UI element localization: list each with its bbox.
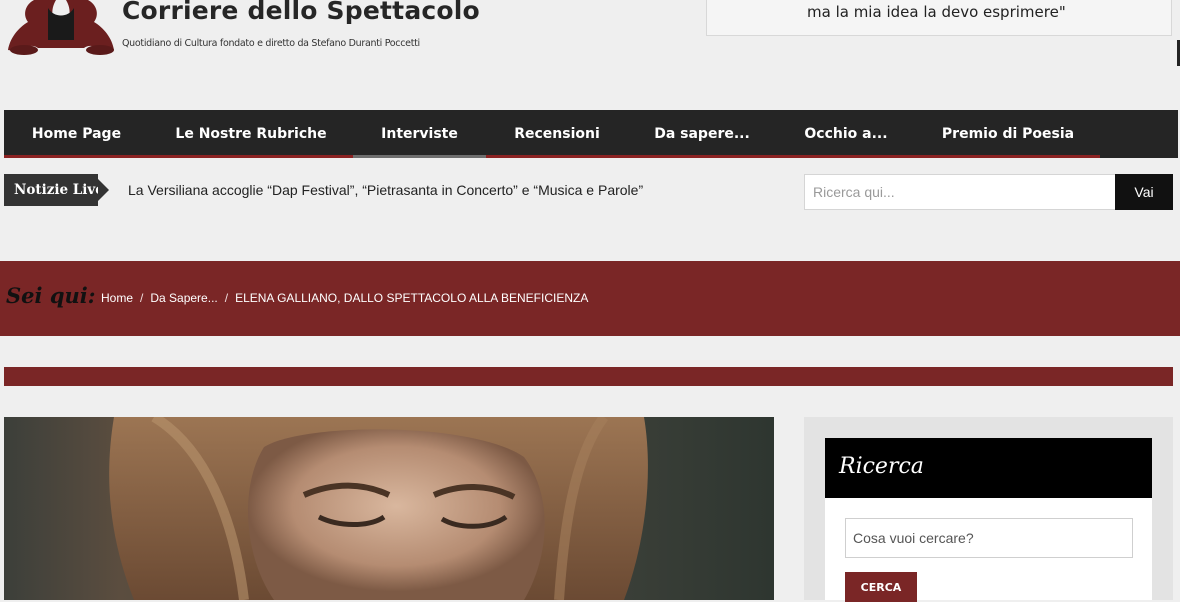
nav-label: Premio di Poesia bbox=[941, 126, 1075, 142]
quote-text: ma la mia idea la devo esprimere" bbox=[807, 3, 1066, 21]
nav-interviste[interactable]: Interviste bbox=[353, 110, 486, 158]
nav-occhio-a[interactable]: Occhio a... bbox=[776, 110, 916, 158]
sidebar: Ricerca CERCA bbox=[804, 417, 1173, 602]
nav-da-sapere[interactable]: Da sapere... bbox=[628, 110, 776, 158]
quote-banner: ma la mia idea la devo esprimere" bbox=[706, 0, 1172, 36]
header-search-input[interactable] bbox=[804, 174, 1116, 210]
nav-le-nostre-rubriche[interactable]: Le Nostre Rubriche bbox=[149, 110, 353, 158]
nav-label: Da sapere... bbox=[654, 126, 750, 142]
breadcrumb-separator: / bbox=[140, 291, 144, 305]
nav-label: Le Nostre Rubriche bbox=[175, 126, 327, 142]
nav-label: Occhio a... bbox=[804, 126, 888, 142]
breadcrumb-label: Sei qui: bbox=[6, 283, 96, 308]
breadcrumb-bar: Sei qui: Home / Da Sapere... / ELENA GALLIAN… bbox=[0, 261, 1180, 336]
breadcrumb-current: ELENA GALLIANO, DALLO SPETTACOLO ALLA BE… bbox=[235, 291, 589, 305]
ticker-headline-link[interactable]: La Versiliana accoglie “Dap Festival”, “… bbox=[128, 182, 643, 198]
search-widget-body: CERCA bbox=[825, 498, 1152, 602]
nav-label: Home Page bbox=[31, 126, 122, 142]
breadcrumb: Home / Da Sapere... / ELENA GALLIANO, DALLO … bbox=[101, 291, 588, 305]
nav-label: Recensioni bbox=[514, 126, 600, 142]
nav-recensioni[interactable]: Recensioni bbox=[486, 110, 628, 158]
site-logo[interactable] bbox=[4, 0, 118, 56]
article-hero-image[interactable] bbox=[4, 417, 774, 600]
section-divider-bar bbox=[4, 367, 1173, 386]
header-search-button[interactable]: Vai bbox=[1115, 174, 1173, 210]
breadcrumb-home-link[interactable]: Home bbox=[101, 291, 133, 305]
sidebar-search-button[interactable]: CERCA bbox=[845, 572, 917, 602]
nav-premio-di-poesia[interactable]: Premio di Poesia bbox=[916, 110, 1100, 158]
site-tagline: Quotidiano di Cultura fondato e diretto … bbox=[122, 38, 420, 49]
sidebar-search-input[interactable] bbox=[845, 518, 1133, 558]
ticker-badge: Notizie Live bbox=[4, 174, 109, 206]
nav-home-page[interactable]: Home Page bbox=[4, 110, 149, 158]
main-nav: Home Page Le Nostre Rubriche Interviste … bbox=[4, 110, 1178, 158]
breadcrumb-da-sapere-link[interactable]: Da Sapere... bbox=[150, 291, 217, 305]
search-widget-title: Ricerca bbox=[839, 454, 924, 479]
site-title[interactable]: Corriere dello Spettacolo bbox=[122, 0, 480, 25]
search-widget-header: Ricerca bbox=[825, 438, 1152, 498]
breadcrumb-separator: / bbox=[224, 291, 229, 305]
nav-label: Interviste bbox=[381, 126, 458, 142]
